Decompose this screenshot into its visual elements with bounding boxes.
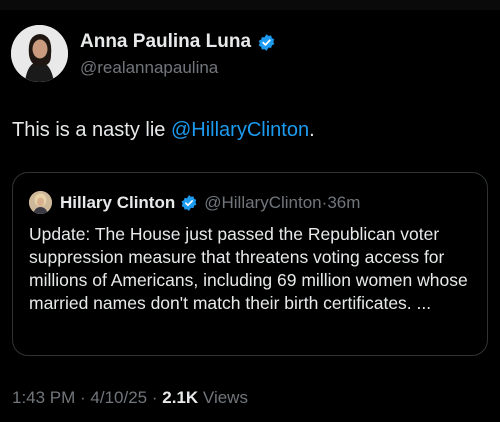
author-name-row[interactable]: Anna Paulina Luna <box>80 31 276 53</box>
meta-separator: · <box>75 388 91 407</box>
tweet-meta: 1:43 PM · 4/10/25 · 2.1K Views <box>12 388 248 408</box>
quoted-author-name: Hillary Clinton <box>60 192 176 212</box>
quoted-author-handle: @HillaryClinton <box>204 192 322 212</box>
tweet-date[interactable]: 4/10/25 <box>90 388 147 407</box>
tweet-text-body: This is a nasty lie <box>12 119 171 141</box>
quoted-tweet-card[interactable]: Hillary Clinton @HillaryClinton · 36m Up… <box>12 172 488 356</box>
tweet-time[interactable]: 1:43 PM <box>12 388 75 407</box>
verified-badge-icon <box>181 194 197 211</box>
author-info: Anna Paulina Luna @realannapaulina <box>80 31 276 78</box>
meta-separator: · <box>147 388 163 407</box>
quoted-timestamp: 36m <box>327 192 361 212</box>
views-count: 2.1K <box>162 388 199 407</box>
author-name[interactable]: Anna Paulina Luna <box>80 31 251 53</box>
author-avatar[interactable] <box>11 25 68 82</box>
quoted-tweet-text: Update: The House just passed the Republ… <box>29 224 468 313</box>
views-label: Views <box>198 388 248 407</box>
quoted-tweet-header: Hillary Clinton @HillaryClinton · 36m <box>29 191 360 214</box>
quoted-author-avatar <box>29 191 52 214</box>
author-handle[interactable]: @realannapaulina <box>80 58 276 78</box>
tweet-text: This is a nasty lie @HillaryClinton. <box>12 118 315 142</box>
verified-badge-icon <box>258 33 275 51</box>
top-divider <box>0 0 500 10</box>
tweet-text-end: . <box>309 119 315 141</box>
mention-link[interactable]: @HillaryClinton <box>171 119 309 141</box>
